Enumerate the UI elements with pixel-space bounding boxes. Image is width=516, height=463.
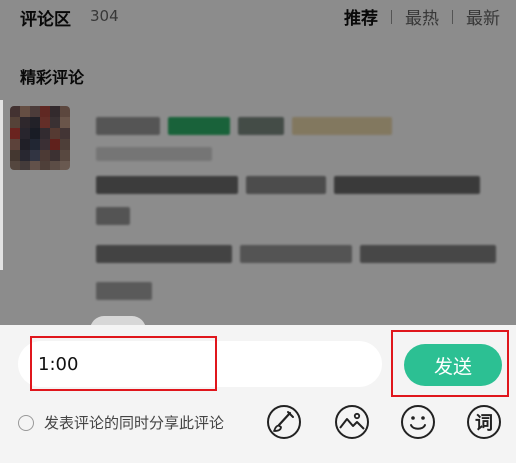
emoji-icon[interactable] — [400, 404, 436, 440]
word-icon[interactable]: 词 — [466, 404, 502, 440]
comment-input[interactable] — [18, 341, 382, 387]
comment-composer: 发送 发表评论的同时分享此评论 词 — [0, 325, 516, 463]
scroll-edge-indicator — [0, 100, 3, 270]
send-button[interactable]: 发送 — [404, 344, 502, 386]
comment-area: 评论区 304 推荐 最热 最新 精彩评论 — [0, 0, 516, 325]
share-option[interactable]: 发表评论的同时分享此评论 — [18, 412, 224, 433]
share-radio[interactable] — [18, 414, 34, 431]
image-icon[interactable] — [334, 404, 370, 440]
share-label: 发表评论的同时分享此评论 — [44, 414, 225, 432]
drag-handle[interactable] — [90, 316, 146, 325]
brush-icon[interactable] — [266, 404, 302, 440]
dim-overlay[interactable] — [0, 0, 516, 325]
